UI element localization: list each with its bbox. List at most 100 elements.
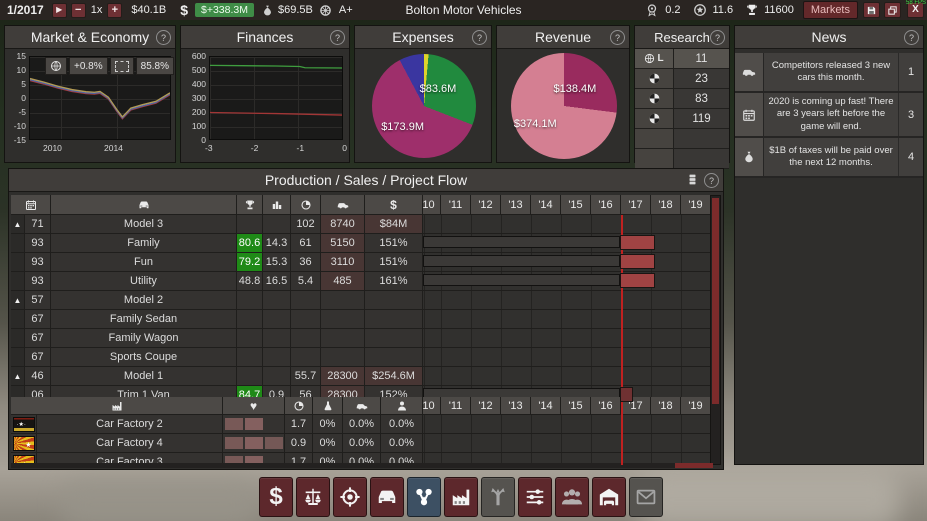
news-item[interactable]: Competitors released 3 new cars this mon… bbox=[735, 53, 923, 93]
window-button[interactable] bbox=[884, 2, 901, 18]
vehicle-row[interactable]: 67Family Wagon bbox=[11, 329, 711, 348]
factory-table: ♥'10'11'12'13'14'15'16'17'18'19·★·Car Fa… bbox=[11, 397, 711, 465]
dashed-box-icon[interactable] bbox=[110, 57, 134, 75]
vehicle-cell: 55.7 bbox=[291, 367, 321, 385]
list-icon[interactable] bbox=[686, 173, 699, 189]
vertical-scrollbar[interactable] bbox=[710, 195, 721, 465]
car-side-icon bbox=[343, 397, 381, 415]
car-side-icon bbox=[321, 195, 365, 215]
vehicle-name: Model 2 bbox=[51, 291, 237, 309]
toolbar-garage-button[interactable] bbox=[592, 477, 626, 517]
series-economy-blue bbox=[30, 80, 170, 118]
research-row[interactable]: L11 bbox=[635, 49, 729, 69]
vehicle-cell: $84M bbox=[365, 215, 423, 233]
globe-l-icon: L bbox=[635, 49, 674, 68]
help-icon[interactable]: ? bbox=[710, 30, 725, 45]
vehicle-cell bbox=[291, 310, 321, 328]
vehicle-row[interactable]: ▲46Model 155.728300$254.6M bbox=[11, 367, 711, 386]
toolbar-scales-button[interactable] bbox=[296, 477, 330, 517]
help-icon[interactable]: ? bbox=[156, 30, 171, 45]
help-icon[interactable]: ? bbox=[610, 30, 625, 45]
revenue-pie-chart bbox=[511, 53, 617, 159]
year-header: '14 bbox=[531, 397, 561, 415]
vehicle-name: Family Sedan bbox=[51, 310, 237, 328]
toolbar-sliders-button[interactable] bbox=[518, 477, 552, 517]
vehicle-cell bbox=[321, 310, 365, 328]
vehicle-cell: 79.2 bbox=[237, 253, 263, 271]
y-tick: 400 bbox=[181, 79, 206, 89]
vehicle-row[interactable]: 93Utility48.816.55.4485161% bbox=[11, 272, 711, 291]
fps-counter: 58 FPS bbox=[906, 0, 926, 6]
help-icon[interactable]: ? bbox=[904, 30, 919, 45]
news-badge: 1 bbox=[898, 53, 923, 91]
vehicle-cell: 67 bbox=[25, 310, 51, 328]
finances-x-axis: -3-2-10 bbox=[205, 143, 347, 153]
scrollbar-handle[interactable] bbox=[712, 198, 719, 404]
vehicle-cell: 93 bbox=[25, 234, 51, 252]
gantt-cell bbox=[423, 310, 711, 328]
research-row[interactable] bbox=[635, 149, 729, 169]
speed-down-button[interactable]: − bbox=[71, 3, 86, 18]
gantt-block bbox=[620, 235, 655, 250]
vehicle-cell: 61 bbox=[291, 234, 321, 252]
news-item[interactable]: 2020 is coming up fast! There are 3 year… bbox=[735, 93, 923, 138]
x-tick: -2 bbox=[251, 143, 259, 153]
y-tick: 5 bbox=[5, 79, 26, 89]
wheel-icon bbox=[319, 4, 332, 17]
medal-icon[interactable] bbox=[645, 3, 659, 17]
help-icon[interactable]: ? bbox=[704, 173, 719, 188]
toolbar-car-front-button[interactable] bbox=[370, 477, 404, 517]
toolbar-target-button[interactable] bbox=[333, 477, 367, 517]
research-row[interactable] bbox=[635, 129, 729, 149]
markets-button[interactable]: Markets bbox=[803, 1, 858, 19]
flask-icon bbox=[313, 397, 343, 415]
expenses-title-text: Expenses bbox=[392, 29, 453, 45]
vehicle-row[interactable]: ▲71Model 31028740$84M bbox=[11, 215, 711, 234]
vehicle-name: Family Wagon bbox=[51, 329, 237, 347]
research-row[interactable]: 83 bbox=[635, 89, 729, 109]
factory-row[interactable]: ★Car Factory 40.90%0.0%0.0% bbox=[11, 434, 711, 453]
y-tick: 200 bbox=[181, 107, 206, 117]
vehicle-row[interactable]: ▲57Model 2 bbox=[11, 291, 711, 310]
vehicle-cell: ▲ bbox=[11, 291, 25, 309]
speed-up-button[interactable]: + bbox=[107, 3, 122, 18]
gantt-cell bbox=[423, 348, 711, 366]
toolbar-branch-button[interactable] bbox=[481, 477, 515, 517]
help-icon[interactable]: ? bbox=[330, 30, 345, 45]
current-date-line bbox=[621, 215, 623, 465]
play-button[interactable]: ▶ bbox=[52, 3, 67, 18]
vehicle-row[interactable]: 67Sports Coupe bbox=[11, 348, 711, 367]
news-item[interactable]: $1B of taxes will be paid over the next … bbox=[735, 138, 923, 178]
vehicle-cell: ▲ bbox=[11, 215, 25, 233]
year-header: '12 bbox=[471, 397, 501, 415]
star-circle-icon[interactable] bbox=[693, 3, 707, 17]
market-economy-panel: Market & Economy ? 151050-5-10-15 +0.8% … bbox=[4, 25, 176, 163]
globe-icon[interactable] bbox=[45, 57, 67, 75]
help-icon[interactable]: ? bbox=[472, 30, 487, 45]
vehicle-row[interactable]: 67Family Sedan bbox=[11, 310, 711, 329]
trophy-icon[interactable] bbox=[745, 3, 759, 17]
scrollbar-handle[interactable] bbox=[675, 463, 713, 468]
horizontal-scrollbar[interactable] bbox=[11, 463, 711, 468]
vehicle-row[interactable]: 93Fun79.215.3363110151% bbox=[11, 253, 711, 272]
factory-row[interactable]: ·★·Car Factory 21.70%0.0%0.0% bbox=[11, 415, 711, 434]
research-row[interactable]: 23 bbox=[635, 69, 729, 89]
quartered-icon bbox=[635, 69, 674, 88]
toolbar-factory-button[interactable] bbox=[444, 477, 478, 517]
save-button[interactable] bbox=[863, 2, 880, 18]
toolbar-engine-button[interactable] bbox=[407, 477, 441, 517]
series-economy-gold bbox=[30, 79, 170, 117]
main-toolbar: $ bbox=[259, 477, 663, 517]
vehicle-cell bbox=[263, 348, 291, 366]
vehicle-row[interactable]: 93Family80.614.3615150151% bbox=[11, 234, 711, 253]
production-title-text: Production / Sales / Project Flow bbox=[265, 172, 467, 188]
toolbar-dollar-button[interactable]: $ bbox=[259, 477, 293, 517]
toolbar-people-button[interactable] bbox=[555, 477, 589, 517]
year-header: '16 bbox=[591, 397, 621, 415]
y-tick: 0 bbox=[5, 93, 26, 103]
research-row[interactable]: 119 bbox=[635, 109, 729, 129]
gantt-cell bbox=[423, 415, 711, 433]
quartered-icon bbox=[635, 89, 674, 108]
toolbar-envelope-button[interactable] bbox=[629, 477, 663, 517]
finances-line-chart bbox=[210, 57, 342, 139]
